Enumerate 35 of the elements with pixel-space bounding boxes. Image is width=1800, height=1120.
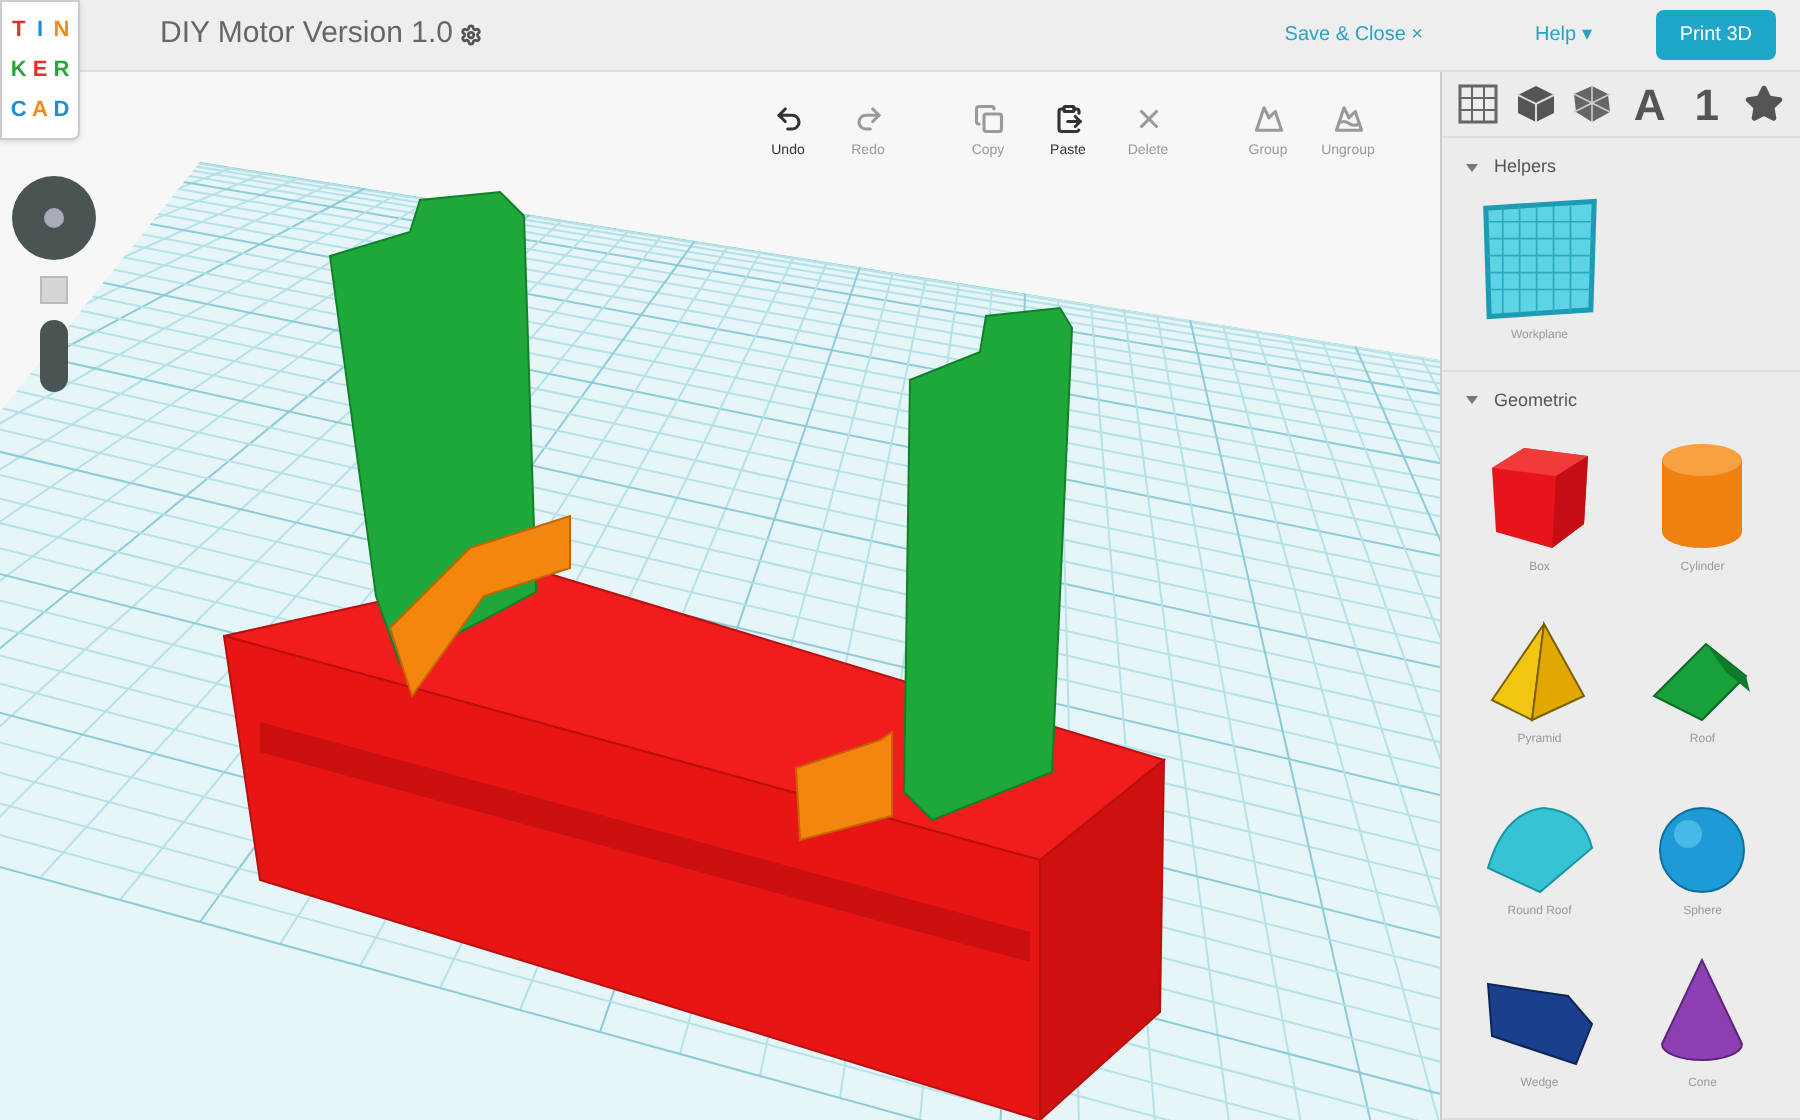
logo-letter: E [30,56,50,86]
logo-letter: I [34,16,46,46]
logo-letter: A [30,96,50,126]
logo-letter: R [51,56,72,86]
redo-icon [853,104,883,134]
undo-icon [773,104,803,134]
grid-icon [1458,84,1498,124]
logo-letter: C [8,96,29,126]
paste-icon [1053,104,1083,134]
group-icon [1253,104,1283,134]
design-title: DIY Motor Version 1.0 [160,14,453,55]
logo-letter: K [8,56,29,86]
save-close-link[interactable]: Save & Close × [1284,20,1424,50]
logo-letter: T [9,16,28,46]
home-view-icon [44,208,64,228]
sphere-icon [1656,804,1749,896]
logo-letter: D [51,96,72,126]
collapse-triangle-icon [1466,394,1478,407]
logo-letter: N [51,16,72,46]
cube-icon [1515,84,1556,124]
text-tab[interactable]: A [1621,76,1678,132]
collapse-triangle-icon [1466,161,1478,174]
ungroup-icon [1333,104,1363,134]
copy-icon [973,104,1003,134]
polyhedron-icon [1572,84,1613,124]
help-link[interactable]: Help ▾ [1535,20,1592,50]
text-tab[interactable]: 1 [1678,76,1735,132]
section-header[interactable]: Geometric [1442,371,1602,430]
print-3d-button[interactable]: Print 3D [1655,10,1776,60]
settings-icon[interactable] [460,24,483,46]
view-navigation-control[interactable] [12,176,96,260]
logo[interactable]: T I N K E R C A D [0,0,80,140]
section-header[interactable]: Helpers [1442,138,1581,197]
zoom-control[interactable] [40,320,68,392]
star-icon [1743,84,1784,124]
